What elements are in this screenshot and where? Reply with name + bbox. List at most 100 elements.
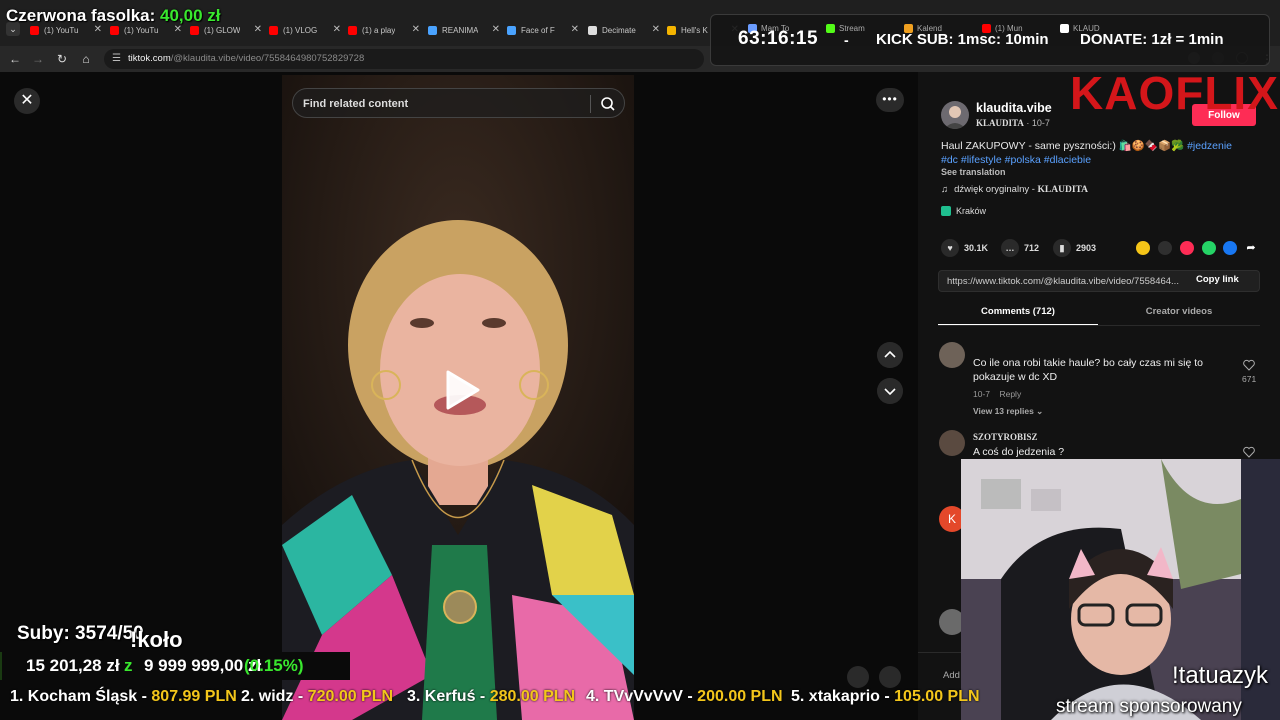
ticker-item: 4. TVvVvVvV - 200.00 PLN — [586, 688, 783, 706]
ticker-item: 3. Kerfuś - 280.00 PLN — [407, 688, 575, 706]
reply-link[interactable]: Reply — [999, 389, 1021, 399]
post-description-text: Haul ZAKUPOWY - same pyszności:) 🛍️🍪🍫📦🥦 — [941, 140, 1188, 152]
browser-tab-label: Decimate — [602, 25, 636, 35]
play-icon[interactable] — [442, 368, 482, 412]
add-comment-input[interactable]: Add — [943, 670, 960, 681]
comment-count: 712 — [1024, 243, 1040, 253]
send-icon[interactable] — [1180, 241, 1194, 255]
browser-tab-label: (1) a play — [362, 25, 396, 35]
next-video-icon[interactable] — [877, 378, 903, 404]
pip-icon[interactable] — [847, 666, 869, 688]
whatsapp-icon[interactable] — [1202, 241, 1216, 255]
hashtag[interactable]: #dc — [941, 154, 958, 166]
commenter-avatar[interactable] — [939, 342, 965, 368]
browser-tab-label: (1) VLOG — [283, 25, 318, 35]
donor-amount: 807.99 PLN — [151, 688, 237, 705]
tab-comments[interactable]: Comments (712) — [938, 300, 1098, 326]
browser-tab-label: Face of F — [521, 25, 555, 35]
volume-icon[interactable] — [879, 666, 901, 688]
hashtag[interactable]: #jedzenie — [1187, 140, 1232, 152]
save-stat[interactable]: ▮ 2903 — [1053, 239, 1097, 257]
browser-tab-label: REANIMA — [442, 25, 479, 35]
donate-rate: DONATE: 1zł = 1min — [1080, 31, 1224, 48]
close-tab-icon[interactable]: ✕ — [333, 24, 341, 35]
music-prefix: dźwięk oryginalny - — [954, 184, 1038, 195]
music-link[interactable]: ♫ dźwięk oryginalny - KLAUDITA — [941, 184, 1088, 195]
close-icon[interactable]: ✕ — [14, 88, 40, 114]
goal-percent: (0.15%) — [244, 656, 304, 675]
save-count: 2903 — [1076, 243, 1097, 253]
hashtag[interactable]: #dlaciebie — [1044, 154, 1091, 166]
tab-divider — [938, 325, 1260, 326]
embed-icon[interactable] — [1158, 241, 1172, 255]
copy-link-button[interactable]: Copy link — [1196, 274, 1239, 285]
browser-tab[interactable]: (1) a play ✕ — [348, 22, 420, 38]
hashtag[interactable]: #lifestyle — [961, 154, 1002, 166]
home-icon[interactable]: ⌂ — [77, 50, 95, 68]
comment-icon: … — [1001, 239, 1019, 257]
donor-name: 2. widz - — [241, 688, 308, 705]
more-options-icon[interactable]: ••• — [876, 88, 904, 112]
donor-amount: 280.00 PLN — [489, 688, 576, 705]
location-tag[interactable]: Kraków — [941, 204, 986, 217]
music-note-icon: ♫ — [941, 184, 949, 195]
repost-icon[interactable] — [1136, 241, 1150, 255]
related-search-input[interactable] — [303, 95, 583, 113]
facebook-icon[interactable] — [1223, 241, 1237, 255]
browser-tab[interactable]: Face of F ✕ — [507, 22, 579, 38]
post-link[interactable]: https://www.tiktok.com/@klaudita.vibe/vi… — [947, 276, 1190, 287]
previous-video-icon[interactable] — [877, 342, 903, 368]
timer-separator: - — [844, 32, 849, 48]
close-tab-icon[interactable]: ✕ — [254, 24, 262, 35]
forward-icon[interactable]: → — [29, 50, 47, 68]
view-replies-link[interactable]: View 13 replies ⌄ — [973, 406, 1043, 417]
close-tab-icon[interactable]: ✕ — [652, 24, 660, 35]
donor-name: Czerwona fasolka: — [6, 6, 160, 25]
browser-tab[interactable]: REANIMA ✕ — [428, 22, 500, 38]
hashtag[interactable]: #polska — [1005, 154, 1041, 166]
goal-current: 15 201,28 zł — [26, 656, 120, 675]
comment-stat[interactable]: … 712 — [1001, 239, 1040, 257]
search-icon[interactable] — [599, 95, 617, 113]
reload-icon[interactable]: ↻ — [53, 50, 71, 68]
see-translation-link[interactable]: See translation — [941, 167, 1006, 177]
url-field[interactable]: ☰ tiktok.com/@klaudita.vibe/video/755846… — [104, 49, 704, 69]
tab-creator-videos[interactable]: Creator videos — [1098, 300, 1260, 326]
close-tab-icon[interactable]: ✕ — [492, 24, 500, 35]
creator-username[interactable]: klaudita.vibe — [976, 101, 1052, 115]
ticker-item: 1. Kocham Śląsk - 807.99 PLN — [10, 688, 237, 706]
music-author: KLAUDITA — [1037, 185, 1089, 195]
browser-tab[interactable]: Decimate ✕ — [588, 22, 660, 38]
donor-amount: 105.00 PLN — [894, 688, 980, 705]
heart-icon: ♥ — [941, 239, 959, 257]
back-icon[interactable]: ← — [6, 50, 24, 68]
kick-sub-rate: KICK SUB: 1msc: 10min — [876, 31, 1049, 48]
commenter-avatar[interactable] — [939, 430, 965, 456]
donor-name: 5. xtakaprio - — [791, 688, 895, 705]
top-donors-ticker: 1. Kocham Śląsk - 807.99 PLN 2. widz - 72… — [0, 686, 1280, 710]
comment-meta: 10-7 Reply — [973, 389, 1021, 399]
like-stat[interactable]: ♥ 30.1K — [941, 239, 988, 257]
commenter-name[interactable]: SZOTYROBISZ — [973, 432, 1038, 442]
bookmark-icon: ▮ — [1053, 239, 1071, 257]
close-tab-icon[interactable]: ✕ — [412, 24, 420, 35]
site-info-icon[interactable]: ☰ — [112, 49, 121, 69]
browser-tab-label: Stream — [839, 24, 865, 33]
browser-tab[interactable]: (1) VLOG ✕ — [269, 22, 341, 38]
comment-text: Co ile ona robi takie haule? bo cały cza… — [973, 357, 1203, 383]
donor-amount: 720.00 PLN — [307, 688, 394, 705]
comment-like-icon[interactable] — [1243, 359, 1255, 371]
drive-icon — [667, 25, 676, 35]
share-arrow-icon[interactable]: ➦ — [1244, 241, 1258, 255]
donor-amount: 40,00 zł — [160, 6, 221, 25]
youtube-icon — [110, 25, 119, 35]
comment-like-icon[interactable] — [1243, 446, 1255, 458]
creator-avatar[interactable] — [941, 101, 969, 129]
close-tab-icon[interactable]: ✕ — [571, 24, 579, 35]
youtube-icon — [30, 25, 39, 35]
creator-subline: KLAUDITA · 10-7 — [976, 118, 1050, 128]
bird-icon — [428, 25, 437, 35]
related-search — [292, 88, 625, 118]
post-date: · 10-7 — [1023, 118, 1050, 128]
browser-tab-label: Hell's K — [681, 25, 708, 35]
